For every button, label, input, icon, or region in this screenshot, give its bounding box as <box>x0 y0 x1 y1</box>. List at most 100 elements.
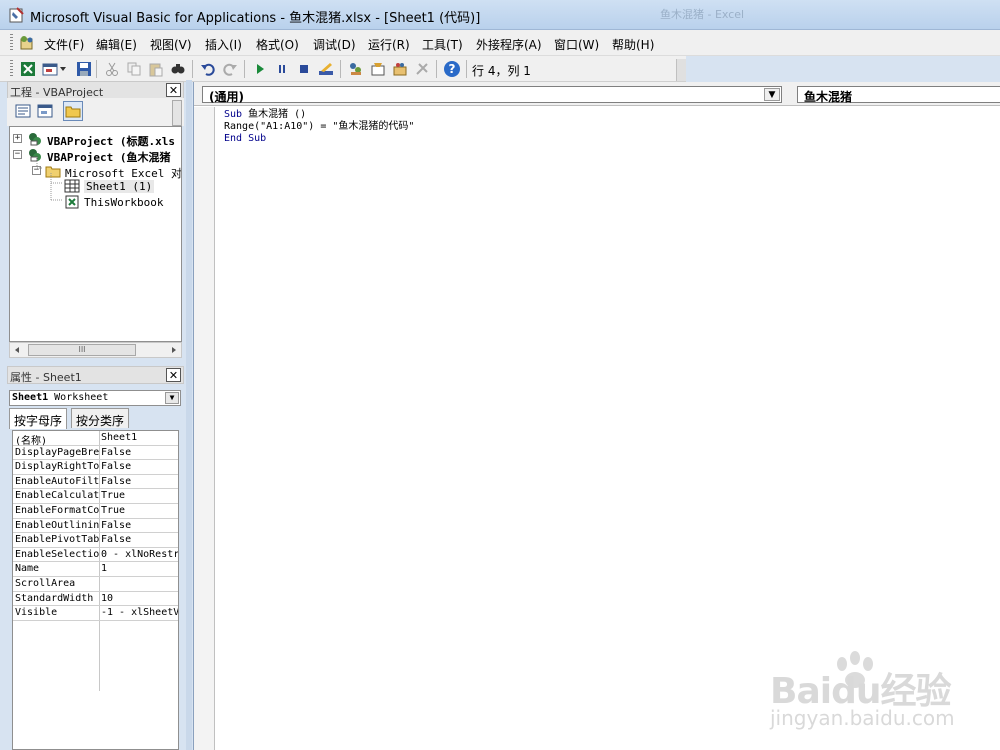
close-icon[interactable]: ✕ <box>166 368 181 382</box>
excel-object-icon[interactable] <box>18 34 36 52</box>
view-code-icon[interactable] <box>13 101 33 121</box>
view-object-icon[interactable] <box>35 101 55 121</box>
property-value[interactable]: False <box>101 520 178 531</box>
project-panel-toolbar <box>7 98 184 126</box>
tab-categorized[interactable]: 按分类序 <box>71 408 130 428</box>
property-row[interactable]: EnableSelectio 0 - xlNoRestr <box>13 548 178 563</box>
property-row[interactable]: EnableCalculat True <box>13 489 178 504</box>
chevron-down-icon[interactable] <box>58 59 68 79</box>
paste-icon[interactable] <box>146 59 166 79</box>
property-row[interactable]: Visible -1 - xlSheetV <box>13 606 178 621</box>
menu-view[interactable]: 视图(V) <box>150 36 192 53</box>
standard-toolbar: ? 行 4，列 1 <box>0 56 686 82</box>
redo-icon[interactable] <box>220 59 240 79</box>
property-row[interactable]: ScrollArea <box>13 577 178 592</box>
property-value[interactable]: 10 <box>101 593 178 604</box>
code-text: 鱼木混猪 () <box>242 109 307 120</box>
properties-window-icon[interactable] <box>368 59 388 79</box>
property-value[interactable]: 0 - xlNoRestr <box>101 549 178 560</box>
reset-icon[interactable] <box>294 59 314 79</box>
property-name: EnableCalculat <box>15 490 99 502</box>
properties-grid: (名称) Sheet1 DisplayPageBre False DisplayRi… <box>12 430 179 750</box>
toolbar-grip[interactable] <box>10 60 13 78</box>
baidu-watermark: Baidu经验 jingyan.baidu.com <box>770 650 990 740</box>
code-text: Range("A1:A10") = "鱼木混猪的代码" <box>224 121 415 132</box>
property-name: ScrollArea <box>15 578 76 589</box>
close-icon[interactable]: ✕ <box>166 83 181 97</box>
toolbar-separator <box>436 60 437 78</box>
design-mode-icon[interactable] <box>316 59 336 79</box>
project-explorer-icon[interactable] <box>346 59 366 79</box>
chevron-down-icon[interactable]: ▼ <box>764 88 780 101</box>
object-selector[interactable]: Sheet1 Worksheet ▼ <box>9 390 181 406</box>
property-value[interactable]: True <box>101 490 178 501</box>
menu-addins[interactable]: 外接程序(A) <box>476 36 542 53</box>
property-row[interactable]: (名称) Sheet1 <box>13 431 178 447</box>
panel-splitter[interactable] <box>186 80 192 750</box>
procedure-dropdown[interactable]: 鱼木混猪 <box>797 86 1000 104</box>
code-line[interactable]: Range("A1:A10") = "鱼木混猪的代码" <box>224 121 414 133</box>
property-value[interactable]: False <box>101 534 178 545</box>
code-editor[interactable]: Sub 鱼木混猪 () Range("A1:A10") = "鱼木混猪的代码" … <box>224 109 414 145</box>
toolbar-separator <box>340 60 341 78</box>
object-browser-icon[interactable] <box>390 59 410 79</box>
undo-icon[interactable] <box>198 59 218 79</box>
menu-debug[interactable]: 调试(D) <box>313 36 356 53</box>
property-row[interactable]: DisplayPageBre False <box>13 446 178 461</box>
menu-tools[interactable]: 工具(T) <box>422 36 463 53</box>
chevron-down-icon[interactable]: ▼ <box>165 392 179 404</box>
insert-userform-icon[interactable] <box>40 59 60 79</box>
run-icon[interactable] <box>250 59 270 79</box>
toggle-folders-icon[interactable] <box>63 101 83 121</box>
code-line[interactable]: Sub 鱼木混猪 () <box>224 109 414 121</box>
object-dropdown[interactable]: (通用) ▼ <box>202 86 782 104</box>
menubar-grip[interactable] <box>10 34 13 52</box>
find-icon[interactable] <box>168 59 188 79</box>
property-row[interactable]: EnablePivotTab False <box>13 533 178 548</box>
cut-icon[interactable] <box>102 59 122 79</box>
scrollbar-thumb[interactable]: III <box>28 344 136 356</box>
excel-icon[interactable] <box>18 59 38 79</box>
menu-file[interactable]: 文件(F) <box>44 36 84 53</box>
save-icon[interactable] <box>74 59 94 79</box>
property-row[interactable]: EnableFormatCo True <box>13 504 178 519</box>
scroll-right-icon[interactable] <box>170 346 178 354</box>
property-row[interactable]: EnableOutlinin False <box>13 519 178 534</box>
menu-window[interactable]: 窗口(W) <box>554 36 599 53</box>
scroll-down-button[interactable] <box>172 100 182 126</box>
property-value[interactable]: Sheet1 <box>101 432 178 443</box>
tab-alphabetic[interactable]: 按字母序 <box>9 408 68 429</box>
menu-help[interactable]: 帮助(H) <box>612 36 654 53</box>
toolbox-icon[interactable] <box>412 59 432 79</box>
property-name: EnableSelectio <box>15 548 99 560</box>
property-value[interactable]: False <box>101 447 178 458</box>
property-value[interactable]: True <box>101 505 178 516</box>
property-name: EnableOutlinin <box>15 519 99 531</box>
break-icon[interactable] <box>272 59 292 79</box>
copy-icon[interactable] <box>124 59 144 79</box>
property-row[interactable]: EnableAutoFilt False <box>13 475 178 490</box>
property-value[interactable]: -1 - xlSheetV <box>101 607 178 618</box>
code-keyword: End Sub <box>224 133 267 144</box>
property-row[interactable]: StandardWidth 10 <box>13 592 178 607</box>
property-row[interactable]: Name 1 <box>13 562 178 577</box>
project-horizontal-scrollbar[interactable]: III <box>9 342 182 358</box>
property-row[interactable]: DisplayRightTo False <box>13 460 178 475</box>
toolbar-separator <box>244 60 245 78</box>
code-margin[interactable] <box>194 107 215 750</box>
toolbar-overflow-button[interactable] <box>676 59 686 81</box>
property-value[interactable]: False <box>101 476 178 487</box>
menu-insert[interactable]: 插入(I) <box>205 36 242 53</box>
property-name: DisplayRightTo <box>15 461 99 473</box>
menu-run[interactable]: 运行(R) <box>368 36 410 53</box>
property-value[interactable]: 1 <box>101 563 178 574</box>
property-name: StandardWidth <box>15 592 94 604</box>
help-icon[interactable]: ? <box>442 59 462 79</box>
scroll-left-icon[interactable] <box>13 346 21 354</box>
property-name: EnablePivotTab <box>15 534 99 546</box>
menu-edit[interactable]: 编辑(E) <box>96 36 137 53</box>
property-value[interactable]: False <box>101 461 178 472</box>
menu-bar: 文件(F) 编辑(E) 视图(V) 插入(I) 格式(O) 调试(D) 运行(R… <box>0 30 1000 56</box>
code-line[interactable]: End Sub <box>224 133 414 145</box>
menu-format[interactable]: 格式(O) <box>256 36 299 53</box>
